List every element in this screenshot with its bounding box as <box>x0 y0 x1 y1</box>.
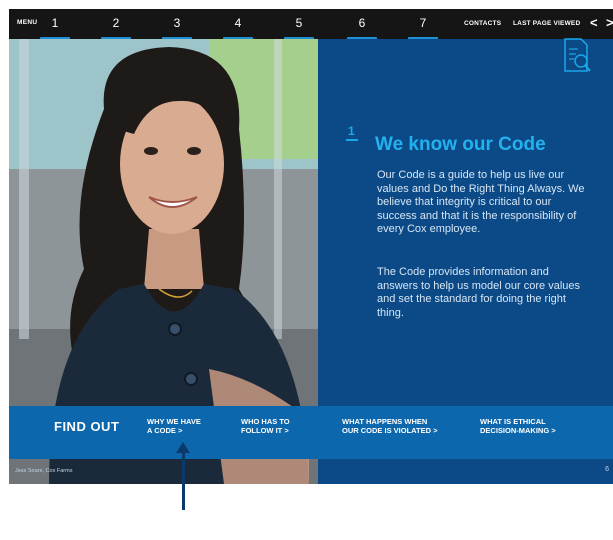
page-number: 6 <box>605 466 609 473</box>
nav-number-label: 3 <box>173 16 181 30</box>
section-number: 1 <box>346 124 358 141</box>
find-out-label: FIND OUT <box>54 419 120 434</box>
link-line: WHAT HAPPENS WHEN <box>342 417 428 426</box>
photo-credit: Jess Soare, Cox Farms <box>15 468 73 474</box>
nav-number-label: 2 <box>112 16 120 30</box>
link-line: WHO HAS TO <box>241 417 290 426</box>
link-line: DECISION-MAKING > <box>480 426 556 435</box>
document-search-icon <box>564 38 591 72</box>
nav-section-3[interactable]: 3 <box>160 16 194 40</box>
section-number-underline <box>346 139 358 141</box>
top-nav: MENU 1 2 3 4 5 6 7 CONTACTS LAST PAGE VI… <box>9 9 613 40</box>
last-page-viewed-link[interactable]: LAST PAGE VIEWED <box>513 20 580 27</box>
pointer-arrow-line <box>182 452 185 510</box>
link-line: A CODE > <box>147 426 183 435</box>
menu-button[interactable]: MENU <box>17 19 37 26</box>
what-happens-when-violated-link[interactable]: WHAT HAPPENS WHEN OUR CODE IS VIOLATED > <box>342 417 438 435</box>
chevron-right-icon[interactable]: > <box>606 15 613 30</box>
footer: Jess Soare, Cox Farms 6 <box>9 459 613 484</box>
intro-paragraph: Our Code is a guide to help us live our … <box>377 169 585 235</box>
link-line: FOLLOW IT > <box>241 426 289 435</box>
what-is-ethical-decision-making-link[interactable]: WHAT IS ETHICAL DECISION-MAKING > <box>480 417 556 435</box>
nav-section-5[interactable]: 5 <box>282 16 316 40</box>
contacts-link[interactable]: CONTACTS <box>464 20 501 27</box>
page-title: We know our Code <box>375 134 546 155</box>
nav-section-2[interactable]: 2 <box>99 16 133 40</box>
who-has-to-follow-it-link[interactable]: WHO HAS TO FOLLOW IT > <box>241 417 290 435</box>
code-paragraph: The Code provides information and answer… <box>377 266 580 319</box>
link-line: WHY WE HAVE <box>147 417 201 426</box>
page-frame: MENU 1 2 3 4 5 6 7 CONTACTS LAST PAGE VI… <box>9 9 613 484</box>
link-line: WHAT IS ETHICAL <box>480 417 546 426</box>
chevron-left-icon[interactable]: < <box>590 15 598 30</box>
nav-number-label: 4 <box>234 16 242 30</box>
why-we-have-a-code-link[interactable]: WHY WE HAVE A CODE > <box>147 417 201 435</box>
nav-number-label: 6 <box>358 16 366 30</box>
nav-section-7[interactable]: 7 <box>406 16 440 40</box>
link-line: OUR CODE IS VIOLATED > <box>342 426 438 435</box>
nav-section-1[interactable]: 1 <box>38 16 72 40</box>
nav-number-label: 5 <box>295 16 303 30</box>
find-out-bar: FIND OUT WHY WE HAVE A CODE > WHO HAS TO… <box>9 406 613 459</box>
nav-section-6[interactable]: 6 <box>345 16 379 40</box>
section-number-label: 1 <box>348 124 355 138</box>
nav-number-label: 1 <box>51 16 59 30</box>
nav-number-label: 7 <box>419 16 427 30</box>
nav-section-4[interactable]: 4 <box>221 16 255 40</box>
